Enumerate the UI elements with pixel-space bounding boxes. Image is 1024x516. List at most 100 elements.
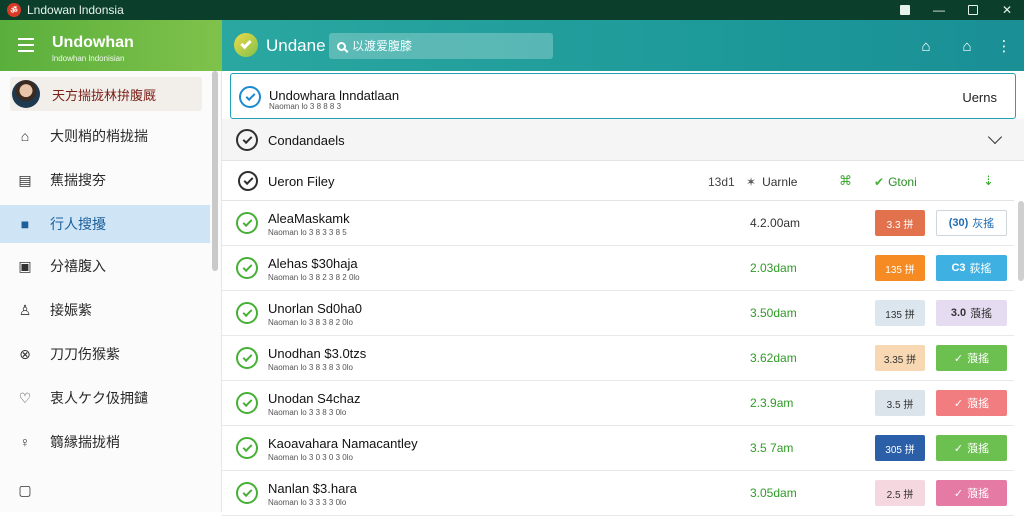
selected-right-label: Uerns	[962, 90, 997, 105]
home-icon: ⌂	[20, 128, 30, 144]
row-action-button[interactable]: ✓ 蒗搖	[936, 390, 1007, 416]
column-c5[interactable]: ⇣	[983, 173, 994, 189]
status-badge: 305 拼	[875, 435, 925, 461]
chevron-down-icon[interactable]	[987, 129, 1003, 145]
sidebar-item-label: 接娠紫	[50, 302, 92, 318]
row-action-label: 蒗搖	[970, 308, 993, 320]
table-row[interactable]: Kaoavahara Namacantley Naoman lo 3 0 3 0 …	[222, 426, 1014, 471]
row-title: Kaoavahara Namacantley	[268, 436, 418, 451]
row-time: 3.62dam	[750, 351, 797, 365]
check-icon: ✔	[874, 175, 885, 189]
status-badge: 135 拼	[875, 300, 925, 326]
group-title: Condandaels	[268, 133, 345, 148]
row-action-button[interactable]: ✓ 蒗搖	[936, 480, 1007, 506]
row-action-label: 蒗搖	[967, 398, 990, 410]
check-circle-icon[interactable]	[236, 212, 258, 234]
brand-subtitle: lndowhan lndonisian	[52, 54, 125, 63]
row-time: 2.3.9am	[750, 396, 794, 410]
sidebar-item-label: 篛縁揣拢梢	[50, 434, 120, 450]
minimize-button[interactable]: —	[922, 0, 956, 20]
snap-icon[interactable]	[888, 0, 922, 20]
sidebar-item-square[interactable]: ▣ 分禧腹入	[0, 247, 210, 285]
user-profile[interactable]: 天方揣拢林拚腹厩	[10, 77, 202, 111]
row-time: 3.05dam	[750, 486, 797, 500]
sidebar-item-folder[interactable]: ■ 行人搜擾	[0, 205, 210, 243]
search-input[interactable]	[352, 39, 532, 53]
table-row[interactable]: Unodhan $3.0tzs Naoman lo 3 8 3 8 3 0lo 3.…	[222, 336, 1014, 381]
row-action-button[interactable]: 3.0 蒗搖	[936, 300, 1007, 326]
sidebar-item-chat[interactable]: ♡ 衷人ケク伋拥鑓	[0, 379, 210, 417]
check-circle-icon[interactable]	[236, 257, 258, 279]
row-action-button[interactable]: ✓ 蒗搖	[936, 345, 1007, 371]
sidebar-item-close[interactable]: ⊗ 刀刀伤猴紫	[0, 335, 210, 373]
column-c4[interactable]: ✔ Gtoni	[874, 175, 917, 189]
sidebar-item-camera[interactable]: ▢	[0, 471, 210, 509]
check-circle-icon[interactable]	[236, 482, 258, 504]
sidebar-item-user[interactable]: ♀ 篛縁揣拢梢	[0, 423, 210, 461]
table-row[interactable]: Alehas $30haja Naoman lo 3 8 2 3 8 2 0lo 2…	[222, 246, 1014, 291]
more-vertical-icon[interactable]: ⋮	[994, 36, 1014, 56]
action-icon: ✓	[953, 487, 964, 500]
action-icon: ✓	[953, 352, 964, 365]
sidebar-item-label: 大则梢的梢拢揣	[50, 128, 148, 144]
row-subtitle: Naoman lo 3 8 3 8 3 0lo	[268, 363, 353, 372]
selected-item-card[interactable]: Undowhara lnndatlaan Naoman lo 3 8 8 8 3…	[230, 73, 1016, 119]
content-scrollbar[interactable]	[1018, 201, 1024, 281]
column-name[interactable]: Ueron Filey	[268, 174, 334, 189]
avatar	[12, 80, 40, 108]
check-circle-icon[interactable]	[236, 347, 258, 369]
sidebar-item-list[interactable]: ▤ 蕉揣搜夯	[0, 161, 210, 199]
row-action-label: 荻搖	[969, 263, 992, 275]
row-action-button[interactable]: C3 荻搖	[936, 255, 1007, 281]
basket-icon[interactable]: ⌂	[916, 36, 936, 56]
row-action-button[interactable]: ✓ 蒗搖	[936, 435, 1007, 461]
row-subtitle: Naoman lo 3 3 8 3 0lo	[268, 408, 347, 417]
folder-icon: ■	[20, 216, 30, 232]
status-badge: 3.3 拼	[875, 210, 925, 236]
selected-title: Undowhara lnndatlaan	[269, 88, 400, 103]
profile-name: 天方揣拢林拚腹厩	[52, 87, 157, 103]
search-box[interactable]	[329, 33, 553, 59]
status-badge: 3.35 拼	[875, 345, 925, 371]
maximize-button[interactable]	[956, 0, 990, 20]
row-subtitle: Naoman lo 3 8 2 3 8 2 0lo	[268, 273, 360, 282]
square-icon: ▣	[18, 257, 32, 274]
column-c3[interactable]: ⌘	[839, 173, 852, 189]
sidebar-item-label: 行人搜擾	[50, 216, 106, 232]
search-icon	[337, 41, 346, 51]
selected-subtitle: Naoman lo 3 8 8 8 3	[269, 102, 342, 111]
home-icon[interactable]: ⌂	[957, 36, 977, 56]
table-row[interactable]: Unorlan Sd0ha0 Naoman lo 3 8 3 8 2 0lo 3.5…	[222, 291, 1014, 336]
row-title: Nanlan $3.hara	[268, 481, 357, 496]
table-row[interactable]: Unodan S4chaz Naoman lo 3 3 8 3 0lo 2.3.9a…	[222, 381, 1014, 426]
row-action-button[interactable]: (30) 灰搖	[936, 210, 1007, 236]
status-badge: 3.5 拼	[875, 390, 925, 416]
sidebar-header: Undowhan lndowhan lndonisian	[0, 20, 222, 71]
sidebar-item-label: 衷人ケク伋拥鑓	[50, 390, 148, 406]
sidebar: 天方揣拢林拚腹厩 ⌂ 大则梢的梢拢揣 ▤ 蕉揣搜夯 ■ 行人搜擾 ▣ 分禧腹入 …	[0, 71, 222, 512]
close-button[interactable]: ✕	[990, 0, 1024, 20]
row-subtitle: Naoman lo 3 8 3 8 2 0lo	[268, 318, 353, 327]
row-subtitle: Naoman lo 3 8 3 3 8 5	[268, 228, 347, 237]
check-circle-icon[interactable]	[238, 171, 258, 191]
action-icon: C3	[951, 262, 966, 274]
table-row[interactable]: AleaMaskamk Naoman lo 3 8 3 3 8 5 4.2.00am…	[222, 201, 1014, 246]
check-circle-icon[interactable]	[236, 302, 258, 324]
group-header[interactable]: Condandaels	[222, 119, 1024, 161]
check-circle-icon[interactable]	[236, 437, 258, 459]
action-icon: ✓	[953, 397, 964, 410]
sidebar-item-person[interactable]: ♙ 接娠紫	[0, 291, 210, 329]
camera-icon: ▢	[18, 481, 32, 498]
sidebar-item-home[interactable]: ⌂ 大则梢的梢拢揣	[0, 117, 210, 155]
check-circle-icon[interactable]	[236, 392, 258, 414]
brand-title: Undowhan	[52, 34, 134, 51]
column-c1[interactable]: 13d1	[708, 175, 735, 189]
check-circle-icon[interactable]	[239, 86, 261, 108]
row-title: Unorlan Sd0ha0	[268, 301, 362, 316]
check-circle-icon[interactable]	[236, 129, 258, 151]
row-title: AleaMaskamk	[268, 211, 350, 226]
sidebar-scrollbar[interactable]	[212, 71, 218, 271]
table-row[interactable]: Nanlan $3.hara Naoman lo 3 3 3 3 0lo 3.05d…	[222, 471, 1014, 516]
column-c2[interactable]: ✶ Uarnle	[746, 175, 797, 189]
menu-icon[interactable]	[18, 38, 34, 52]
